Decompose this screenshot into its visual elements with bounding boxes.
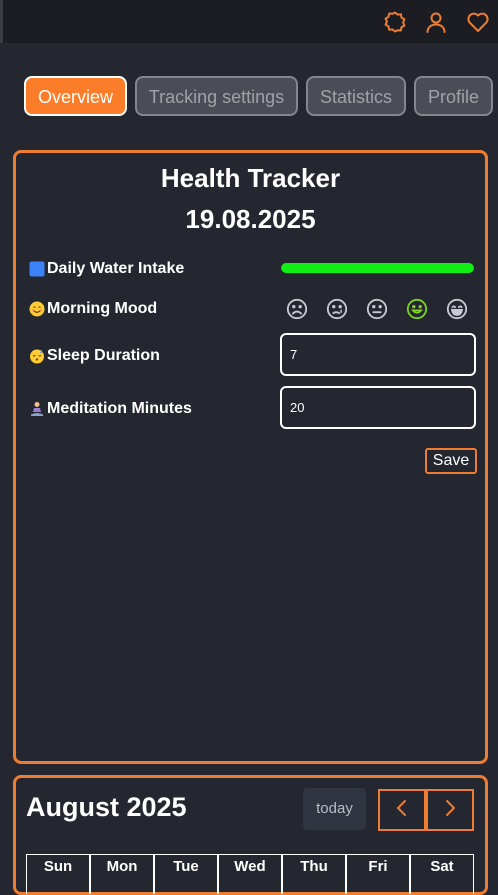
weekday-sun: Sun [26,854,90,894]
smile-icon[interactable] [406,298,428,320]
top-bar [0,0,498,43]
grin-icon[interactable] [446,298,468,320]
calendar-title: August 2025 [26,792,187,822]
chevron-left-icon [395,799,409,822]
weekday-wed: Wed [218,854,282,894]
next-month-button[interactable] [426,789,474,831]
save-button[interactable]: Save [425,448,477,474]
weekday-tue: Tue [154,854,218,894]
meditation-minutes-input[interactable] [280,386,476,429]
blue-square-icon [29,261,45,277]
water-intake-label: Daily Water Intake [29,260,184,278]
neutral-icon[interactable] [366,298,388,320]
water-intake-progress[interactable] [281,263,474,273]
weekday-thu: Thu [282,854,346,894]
sleep-duration-input[interactable] [280,333,476,376]
calendar-card: August 2025 today Sun Mon Tue Wed Thu Fr… [13,775,488,895]
chevron-right-icon [443,799,457,822]
sad-icon[interactable] [326,298,348,320]
frown-icon[interactable] [286,298,308,320]
weekday-fri: Fri [346,854,410,894]
meditation-minutes-label: Meditation Minutes [29,400,192,418]
sleeping-face-icon: z [29,348,45,364]
weekday-header: Sun Mon Tue Wed Thu Fri Sat [26,854,474,894]
morning-mood-label: Morning Mood [29,300,157,318]
tab-overview[interactable]: Overview [24,76,127,116]
weekday-mon: Mon [90,854,154,894]
weekday-sat: Sat [410,854,474,894]
tab-tracking-settings[interactable]: Tracking settings [135,76,298,116]
tab-profile[interactable]: Profile [414,76,493,116]
tab-statistics[interactable]: Statistics [306,76,406,116]
user-icon[interactable] [424,10,448,34]
smiling-face-icon [29,301,45,317]
water-intake-progress-fill [281,263,474,273]
tracker-date: 19.08.2025 [185,204,316,234]
tab-bar: Overview Tracking settings Statistics Pr… [0,76,498,116]
today-button[interactable]: today [303,788,366,830]
health-tracker-card: Health Tracker 19.08.2025 Daily Water In… [13,150,488,764]
badge-icon[interactable] [383,10,407,34]
tracker-title: Health Tracker [160,163,341,193]
prev-month-button[interactable] [378,789,426,831]
heart-icon[interactable] [466,10,490,34]
meditating-person-icon [29,401,45,417]
sleep-duration-label: z Sleep Duration [29,347,160,365]
